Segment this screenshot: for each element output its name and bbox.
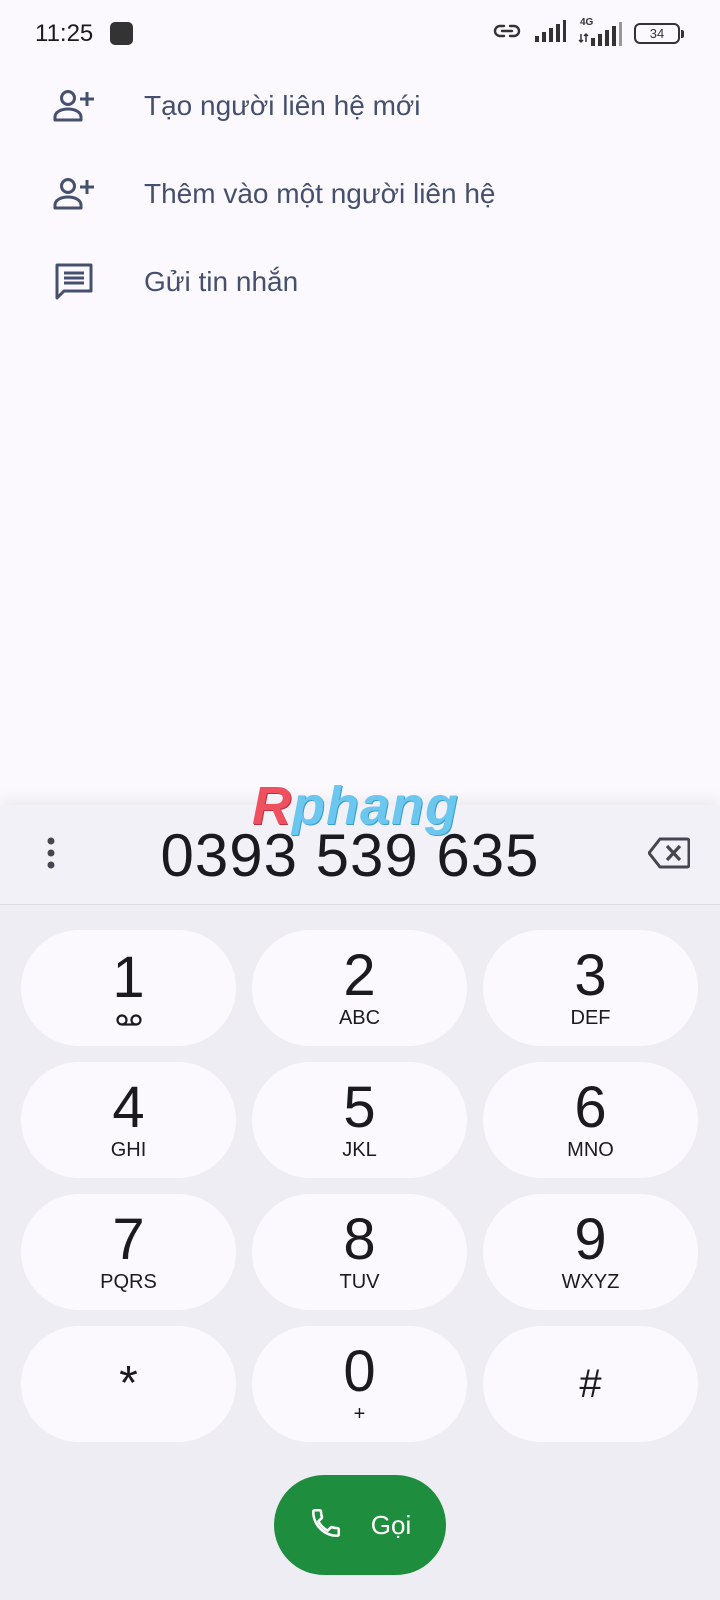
key-3[interactable]: 3 DEF (483, 930, 698, 1046)
phone-icon (309, 1506, 343, 1545)
app-notification-icon (110, 22, 133, 45)
key-5[interactable]: 5 JKL (252, 1062, 467, 1178)
backspace-button[interactable] (646, 835, 692, 875)
dialpad-panel: 0393 539 635 Rphang 1 2 ABC 3 DEF 4 GHI … (0, 776, 720, 1600)
status-icons: 4G 34 (492, 17, 684, 48)
call-label: Gọi (370, 1509, 412, 1540)
create-new-contact-item[interactable]: Tạo người liên hệ mới (0, 62, 720, 150)
backspace-icon (647, 837, 691, 874)
voicemail-icon (115, 1013, 143, 1027)
add-to-contact-item[interactable]: Thêm vào một người liên hệ (0, 150, 720, 238)
status-bar: 11:25 4G 34 (0, 0, 720, 70)
link-icon (492, 20, 522, 47)
signal-4g-icon: 4G (578, 17, 622, 46)
key-4[interactable]: 4 GHI (21, 1062, 236, 1178)
battery-level: 34 (649, 25, 665, 41)
key-7[interactable]: 7 PQRS (21, 1194, 236, 1310)
call-button[interactable]: Gọi (274, 1475, 446, 1575)
signal-icon (534, 19, 566, 47)
status-time: 11:25 (35, 20, 94, 47)
key-8[interactable]: 8 TUV (252, 1194, 467, 1310)
suggestion-label: Tạo người liên hệ mới (144, 90, 421, 121)
battery-icon: 34 (634, 22, 684, 44)
key-0[interactable]: 0 + (252, 1326, 467, 1442)
key-hash[interactable]: # (483, 1326, 698, 1442)
message-icon (52, 260, 96, 304)
add-person-icon (52, 172, 96, 216)
more-vert-icon (46, 836, 56, 875)
contact-suggestions: Tạo người liên hệ mới Thêm vào một người… (0, 62, 720, 326)
add-person-icon (52, 84, 96, 128)
keypad: 1 2 ABC 3 DEF 4 GHI 5 JKL 6 MNO 7 PQRS 8… (21, 930, 699, 1442)
key-2[interactable]: 2 ABC (252, 930, 467, 1046)
key-1[interactable]: 1 (21, 930, 236, 1046)
watermark-logo: Rphang (252, 776, 459, 836)
key-6[interactable]: 6 MNO (483, 1062, 698, 1178)
more-options-button[interactable] (30, 830, 72, 880)
suggestion-label: Gửi tin nhắn (144, 266, 299, 297)
key-star[interactable]: * (21, 1326, 236, 1442)
send-message-item[interactable]: Gửi tin nhắn (0, 238, 720, 326)
suggestion-label: Thêm vào một người liên hệ (144, 178, 496, 209)
key-9[interactable]: 9 WXYZ (483, 1194, 698, 1310)
